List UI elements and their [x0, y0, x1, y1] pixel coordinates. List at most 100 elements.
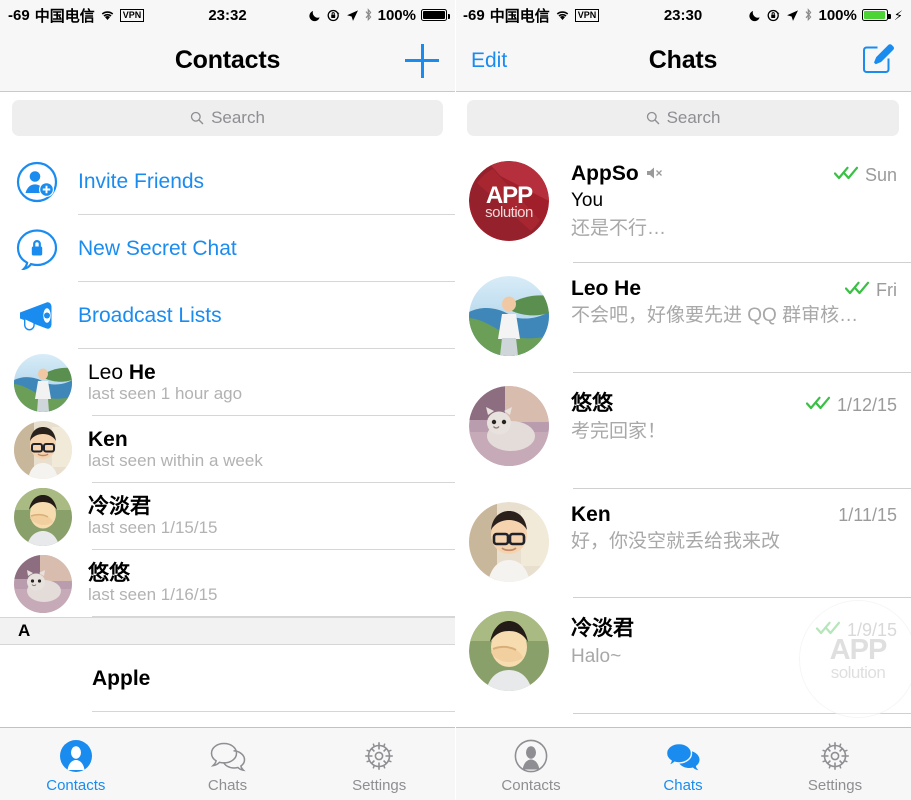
person-icon — [514, 737, 548, 775]
chat-row[interactable]: APP solution AppSo Sun You 还是不行… — [455, 148, 911, 264]
location-arrow-icon — [346, 9, 359, 22]
svg-text:solution: solution — [485, 204, 533, 221]
tab-label: Chats — [207, 777, 248, 794]
megaphone-icon — [14, 295, 60, 337]
search-placeholder: Search — [211, 108, 265, 127]
carrier-name: 中国电信 — [34, 7, 95, 25]
contacts-screen: -69 中国电信 VPN 23:32 100% Contacts Search … — [0, 0, 455, 800]
double-check-icon — [815, 621, 842, 640]
dual-screenshot: -69 中国电信 VPN 23:32 100% Contacts Search … — [0, 0, 911, 800]
navigation-bar: Edit Chats — [455, 30, 911, 92]
panel-divider — [455, 0, 456, 800]
tab-label: Contacts — [46, 777, 106, 794]
status-bar: -69 中国电信 VPN 23:32 100% — [0, 0, 455, 30]
wifi-icon — [100, 9, 115, 21]
vpn-badge: VPN — [574, 8, 600, 22]
action-invite-friends[interactable]: Invite Friends — [0, 148, 455, 215]
gear-icon — [818, 737, 852, 775]
tab-bar: Contacts Chats Settings — [455, 727, 911, 800]
search-input[interactable]: Search — [12, 100, 443, 136]
search-bar-container: Search — [0, 92, 455, 145]
contact-status: last seen 1 hour ago — [88, 384, 243, 404]
contact-row-partial[interactable] — [0, 712, 455, 727]
vpn-badge: VPN — [119, 8, 145, 22]
lock-bubble-icon — [14, 228, 60, 270]
contact-status: last seen 1/16/15 — [88, 585, 218, 605]
battery-percent: 100% — [377, 6, 416, 24]
status-bar: -69 中国电信 VPN 23:30 100% ⚡ — [455, 0, 911, 30]
tab-chats[interactable]: Chats — [607, 737, 759, 794]
contact-status: last seen 1/15/15 — [88, 518, 218, 538]
gear-icon — [362, 737, 396, 775]
tab-contacts[interactable]: Contacts — [455, 737, 607, 794]
contact-row[interactable]: Apple — [0, 645, 455, 712]
battery-percent: 100% — [818, 6, 857, 24]
chat-timestamp: 1/12/15 — [836, 394, 897, 415]
avatar — [14, 420, 72, 479]
chat-timestamp: Fri — [876, 280, 897, 301]
chat-bubbles-icon — [665, 737, 701, 775]
action-new-secret-chat[interactable]: New Secret Chat — [0, 215, 455, 282]
chat-row[interactable]: Ken 1/11/15 好，你没空就丢给我来改 — [455, 489, 911, 599]
chat-timestamp: Sun — [864, 165, 897, 185]
battery-charging-icon — [861, 9, 891, 21]
chat-preview: 考完回家！ — [571, 420, 667, 442]
contact-row[interactable]: Leo He last seen 1 hour ago — [0, 349, 455, 416]
chat-bubbles-icon — [210, 737, 246, 775]
chat-timestamp: 1/9/15 — [846, 620, 897, 641]
charging-bolt-icon: ⚡ — [893, 7, 903, 23]
contact-name: 冷淡君 — [88, 494, 151, 518]
tab-contacts[interactable]: Contacts — [0, 737, 152, 794]
contact-name: Leo He — [88, 360, 156, 384]
section-header: A — [0, 617, 455, 645]
contact-row[interactable]: Ken last seen within a week — [0, 416, 455, 483]
avatar — [14, 353, 72, 412]
plus-icon[interactable] — [405, 43, 439, 78]
chat-preview: 还是不行… — [571, 217, 667, 239]
action-label: Invite Friends — [78, 169, 205, 193]
bluetooth-icon — [364, 8, 373, 22]
avatar — [469, 501, 549, 582]
page-title: Chats — [648, 46, 718, 74]
chat-row[interactable]: 冷淡君 1/9/15 Halo~ — [455, 598, 911, 714]
chat-timestamp: 1/11/15 — [838, 504, 897, 525]
tab-settings[interactable]: Settings — [759, 737, 911, 794]
chat-preview: 好，你没空就丢给我来改 — [571, 530, 781, 552]
tab-settings[interactable]: Settings — [303, 737, 455, 794]
contact-name: Ken — [88, 427, 128, 451]
signal-strength: -69 — [8, 6, 30, 24]
chat-name: AppSo — [571, 162, 639, 185]
search-input[interactable]: Search — [467, 100, 899, 136]
do-not-disturb-moon-icon — [309, 9, 322, 22]
chat-row[interactable]: Leo He Fri 不会吧，好像要先进 QQ 群审核… — [455, 263, 911, 373]
avatar — [469, 385, 549, 466]
search-icon — [646, 111, 660, 125]
avatar — [14, 487, 72, 546]
do-not-disturb-moon-icon — [749, 9, 762, 22]
search-bar-container: Search — [455, 92, 911, 145]
chat-name: 冷淡君 — [571, 617, 634, 641]
chats-list[interactable]: APP solution AppSo Sun You 还是不行… Leo He … — [455, 148, 911, 727]
rotation-lock-icon — [327, 9, 341, 22]
edit-button[interactable]: Edit — [471, 49, 507, 73]
double-check-icon — [844, 281, 871, 300]
contact-row[interactable]: 悠悠 last seen 1/16/15 — [0, 550, 455, 617]
chat-row[interactable]: 悠悠 1/12/15 考完回家！ — [455, 373, 911, 489]
compose-pencil-icon[interactable] — [861, 41, 895, 80]
contact-name: Apple — [92, 666, 151, 690]
tab-chats[interactable]: Chats — [152, 737, 304, 794]
tab-label: Chats — [663, 777, 703, 794]
action-broadcast-lists[interactable]: Broadcast Lists — [0, 282, 455, 349]
battery-full-icon — [421, 9, 450, 21]
contact-row[interactable]: 冷淡君 last seen 1/15/15 — [0, 483, 455, 550]
contacts-list[interactable]: Invite Friends New Secret Chat Broadcast… — [0, 148, 455, 727]
chat-name: Ken — [571, 502, 611, 526]
person-icon — [59, 737, 93, 775]
search-icon — [190, 111, 204, 125]
page-title: Contacts — [174, 46, 281, 74]
avatar — [469, 276, 549, 357]
chat-name: 悠悠 — [571, 391, 613, 415]
carrier-name: 中国电信 — [489, 7, 550, 25]
avatar: APP solution — [469, 161, 549, 241]
tab-label: Contacts — [501, 777, 561, 794]
